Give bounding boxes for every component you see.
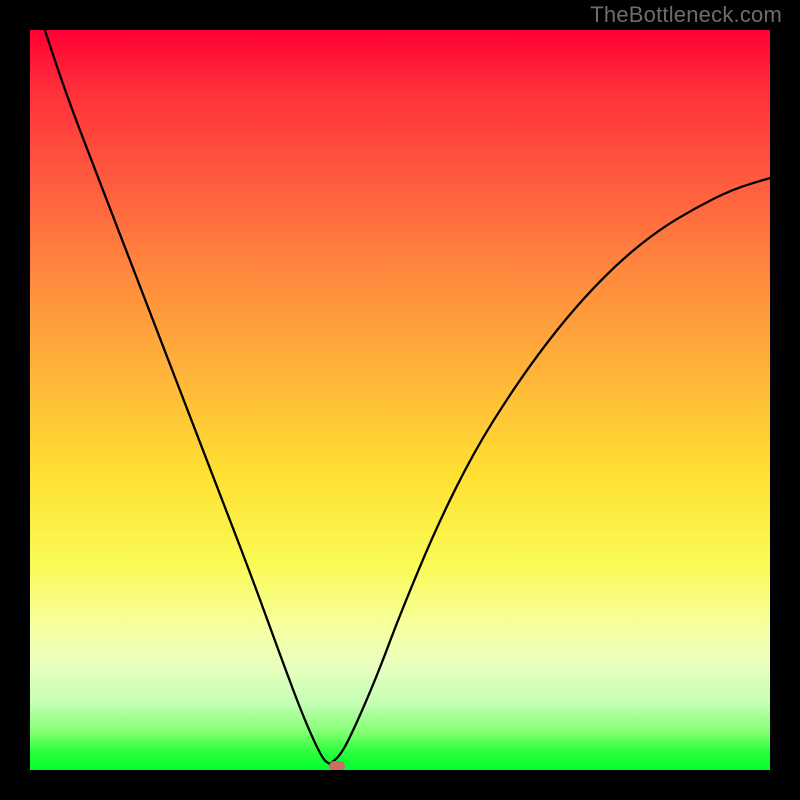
plot-area xyxy=(30,30,770,770)
chart-frame: TheBottleneck.com xyxy=(0,0,800,800)
watermark-text: TheBottleneck.com xyxy=(590,2,782,28)
optimum-marker xyxy=(329,761,345,770)
bottleneck-curve xyxy=(30,30,770,770)
curve-path xyxy=(45,30,770,764)
